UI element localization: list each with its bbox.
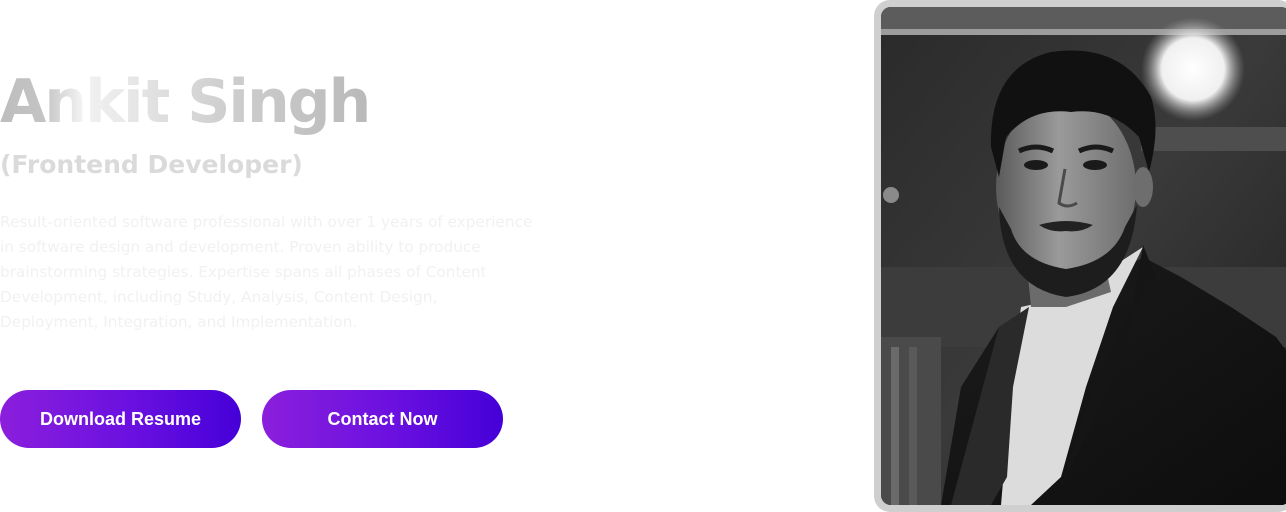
contact-now-button[interactable]: Contact Now bbox=[262, 390, 503, 448]
download-resume-button[interactable]: Download Resume bbox=[0, 390, 241, 448]
download-resume-label: Download Resume bbox=[39, 408, 202, 429]
hero-section: Ankit Singh (Frontend Developer) Result-… bbox=[0, 0, 1286, 512]
contact-now-label: Contact Now bbox=[327, 408, 438, 429]
profile-photo bbox=[881, 7, 1286, 505]
hero-name: Ankit Singh bbox=[0, 62, 371, 142]
hero-bio: Result-oriented software professional wi… bbox=[0, 213, 533, 331]
hero-role: (Frontend Developer) bbox=[0, 150, 303, 179]
